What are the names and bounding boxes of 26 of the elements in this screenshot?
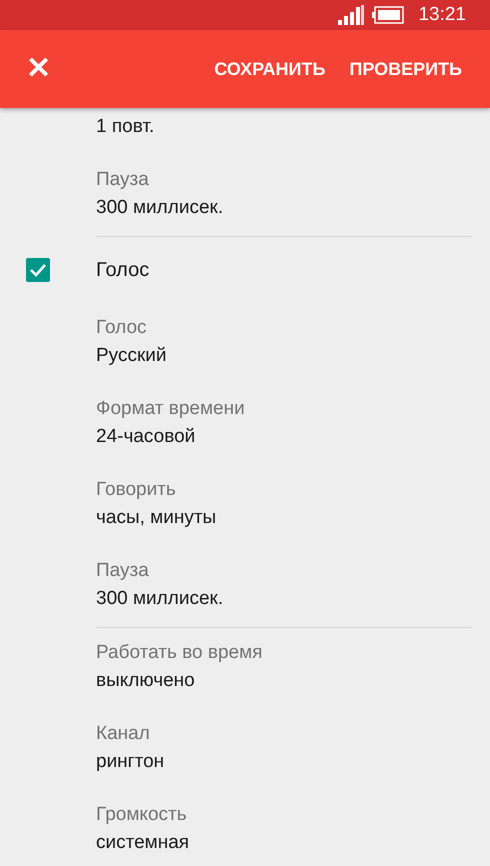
toolbar-action-button[interactable]: СОХРАНИТЬ xyxy=(202,50,338,88)
check-icon xyxy=(29,263,47,277)
setting-value[interactable]: Русский xyxy=(96,341,472,371)
setting-value[interactable]: 300 миллисек. xyxy=(96,193,490,223)
setting-label: Пауза xyxy=(96,168,150,192)
setting-value[interactable]: 1 повт. xyxy=(96,112,490,142)
setting-value[interactable]: 300 миллисек. xyxy=(96,584,472,614)
checkbox-label: Голос xyxy=(96,258,150,282)
clock-time: 13:21 xyxy=(418,4,466,26)
setting-value[interactable]: 24-часовой xyxy=(96,422,472,452)
battery-icon xyxy=(372,6,404,24)
setting-value[interactable]: выключено xyxy=(96,666,472,696)
setting-value[interactable]: системная xyxy=(96,828,472,858)
close-button[interactable]: ✕ xyxy=(22,54,55,84)
signal-icon xyxy=(338,5,364,25)
setting-label: Работать во время xyxy=(96,641,264,665)
setting-value[interactable]: рингтон xyxy=(96,747,472,777)
checkbox[interactable] xyxy=(26,258,50,282)
toolbar-action-button[interactable]: ПРОВЕРИТЬ xyxy=(337,50,474,88)
setting-label: Говорить xyxy=(96,478,177,502)
setting-label: Голос xyxy=(96,316,148,340)
setting-label: Канал xyxy=(96,722,151,746)
setting-value[interactable]: часы, минуты xyxy=(96,503,472,533)
setting-label: Громкость xyxy=(96,803,188,827)
setting-label: Формат времени xyxy=(96,397,246,421)
setting-label: Пауза xyxy=(96,559,150,583)
